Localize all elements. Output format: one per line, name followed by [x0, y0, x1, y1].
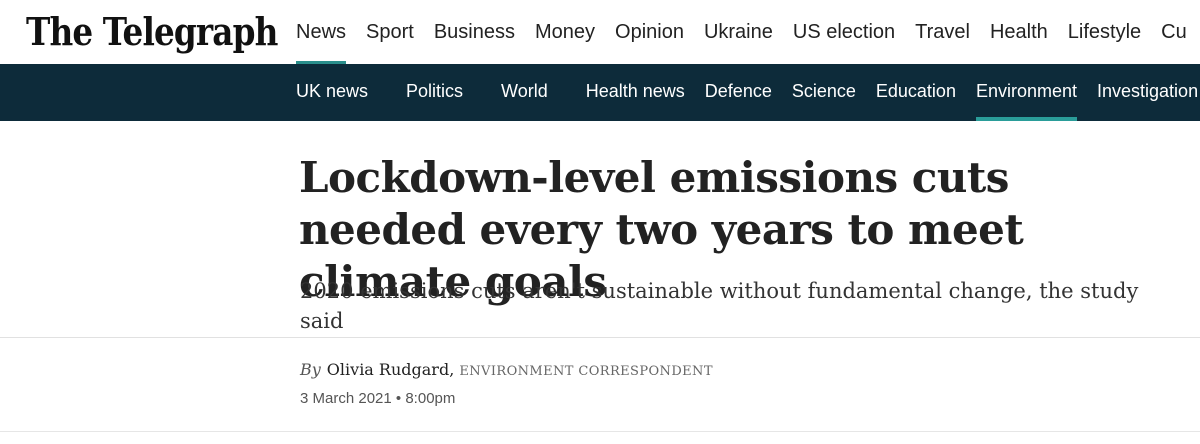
main-nav-culture-truncated[interactable]: Cu: [1161, 0, 1187, 64]
subnav-politics[interactable]: Politics: [406, 64, 463, 121]
main-nav: News Sport Business Money Opinion Ukrain…: [296, 0, 1200, 64]
subnav-education[interactable]: Education: [876, 64, 956, 121]
main-nav-us-election[interactable]: US election: [793, 0, 895, 64]
main-nav-lifestyle[interactable]: Lifestyle: [1068, 0, 1141, 64]
article-standfirst: 2020 emissions cuts aren't sustainable w…: [300, 279, 1139, 333]
section-subnav: UK news Politics World Health news Defen…: [296, 64, 1200, 121]
publish-datetime: 3 March 2021 • 8:00pm: [300, 388, 455, 410]
author-link[interactable]: Olivia Rudgard: [327, 360, 449, 379]
publish-time: 8:00pm: [405, 390, 456, 407]
byline-by: By: [300, 360, 321, 379]
main-nav-opinion[interactable]: Opinion: [615, 0, 684, 64]
divider: [0, 337, 1200, 338]
main-nav-travel[interactable]: Travel: [915, 0, 970, 64]
main-nav-business[interactable]: Business: [434, 0, 515, 64]
subnav-world[interactable]: World: [501, 64, 548, 121]
main-nav-news[interactable]: News: [296, 0, 347, 64]
subnav-uk-news[interactable]: UK news: [296, 64, 368, 121]
byline-separator: ,: [449, 360, 455, 379]
telegraph-logo[interactable]: The Telegraph: [26, 8, 278, 56]
subnav-science[interactable]: Science: [792, 64, 856, 121]
subnav-environment[interactable]: Environment: [975, 64, 1078, 121]
main-nav-money[interactable]: Money: [535, 0, 595, 64]
main-nav-sport[interactable]: Sport: [366, 0, 414, 64]
main-nav-ukraine[interactable]: Ukraine: [704, 0, 773, 64]
publish-date: 3 March 2021: [300, 390, 392, 407]
subnav-health-news[interactable]: Health news: [586, 64, 685, 121]
date-time-separator: •: [395, 390, 402, 407]
main-nav-health[interactable]: Health: [990, 0, 1048, 64]
bottom-divider: [0, 431, 1200, 432]
byline: By Olivia Rudgard, ENVIRONMENT CORRESPOND…: [300, 358, 713, 382]
author-role: ENVIRONMENT CORRESPONDENT: [459, 364, 713, 379]
subnav-defence[interactable]: Defence: [705, 64, 772, 121]
top-header: The Telegraph News Sport Business Money …: [0, 0, 1200, 65]
section-subnav-bar: UK news Politics World Health news Defen…: [0, 64, 1200, 121]
subnav-investigations[interactable]: Investigation: [1097, 64, 1198, 121]
